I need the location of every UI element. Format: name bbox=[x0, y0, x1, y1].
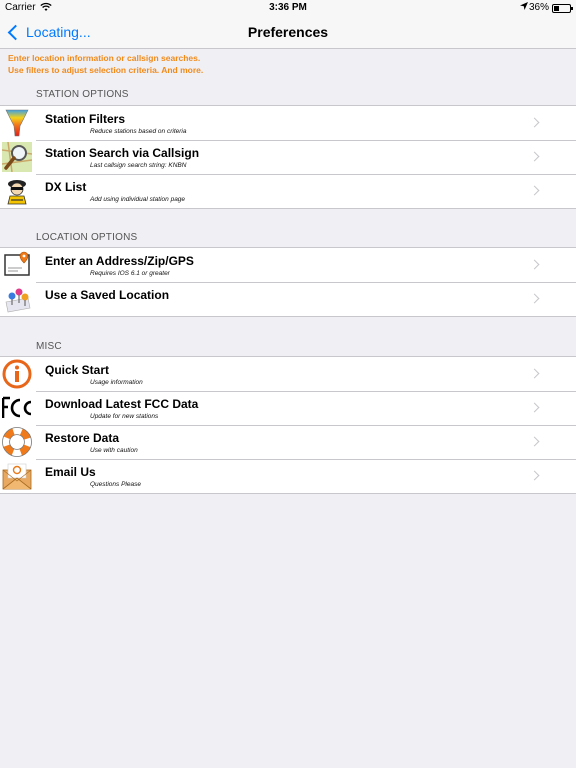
row-subtitle: Update for new stations bbox=[90, 413, 159, 420]
row-email-us[interactable]: Email Us Questions Please bbox=[0, 459, 576, 493]
row-subtitle: Requires IOS 6.1 or greater bbox=[90, 270, 170, 277]
row-subtitle: Reduce stations based on criteria bbox=[90, 128, 187, 135]
battery-percent: 36% bbox=[528, 2, 549, 13]
row-subtitle: Usage information bbox=[90, 379, 143, 386]
row-title: Restore Data bbox=[45, 431, 120, 445]
row-title: Enter an Address/Zip/GPS bbox=[45, 254, 194, 268]
fcc-logo-icon bbox=[1, 393, 32, 423]
station-options-group: Station Filters Reduce stations based on… bbox=[0, 105, 576, 209]
status-bar: Carrier 3:36 PM 36% bbox=[0, 0, 576, 16]
row-subtitle: Last callsign search string: KNBN bbox=[90, 162, 187, 169]
life-ring-icon bbox=[2, 427, 32, 457]
chevron-right-icon bbox=[529, 402, 540, 413]
saved-pins-icon bbox=[2, 284, 32, 314]
row-title: Station Filters bbox=[45, 112, 126, 126]
chevron-right-icon bbox=[529, 151, 540, 162]
intro-line-1: Enter location information or callsign s… bbox=[8, 53, 201, 63]
chevron-right-icon bbox=[529, 259, 540, 270]
row-subtitle: Questions Please bbox=[90, 481, 141, 488]
chevron-right-icon bbox=[529, 185, 540, 196]
row-dx-list[interactable]: DX List Add using individual station pag… bbox=[0, 174, 576, 208]
status-time: 3:36 PM bbox=[269, 2, 307, 13]
battery-icon bbox=[552, 4, 573, 13]
row-saved-location[interactable]: Use a Saved Location bbox=[0, 282, 576, 316]
magnifier-map-icon bbox=[1, 141, 33, 173]
chevron-right-icon bbox=[529, 436, 540, 447]
map-pin-card-icon bbox=[2, 250, 32, 280]
intro-line-2: Use filters to adjust selection criteria… bbox=[8, 65, 204, 75]
row-title: Station Search via Callsign bbox=[45, 146, 200, 160]
email-envelope-icon bbox=[2, 461, 32, 491]
row-restore-data[interactable]: Restore Data Use with caution bbox=[0, 425, 576, 459]
section-header-location-options: LOCATION OPTIONS bbox=[36, 232, 138, 243]
navigation-bar: Locating... Preferences bbox=[0, 16, 576, 49]
section-header-misc: MISC bbox=[36, 341, 62, 352]
chevron-right-icon bbox=[529, 293, 540, 304]
dx-character-icon bbox=[2, 176, 32, 206]
row-enter-address[interactable]: Enter an Address/Zip/GPS Requires IOS 6.… bbox=[0, 248, 576, 282]
row-download-fcc[interactable]: Download Latest FCC Data Update for new … bbox=[0, 391, 576, 425]
info-icon bbox=[2, 359, 32, 389]
funnel-icon bbox=[2, 108, 32, 138]
row-title: Download Latest FCC Data bbox=[45, 397, 199, 411]
location-options-group: Enter an Address/Zip/GPS Requires IOS 6.… bbox=[0, 247, 576, 317]
chevron-right-icon bbox=[529, 117, 540, 128]
section-header-station-options: STATION OPTIONS bbox=[36, 89, 129, 100]
location-arrow-icon bbox=[520, 2, 528, 12]
row-station-search[interactable]: Station Search via Callsign Last callsig… bbox=[0, 140, 576, 174]
row-quick-start[interactable]: Quick Start Usage information bbox=[0, 357, 576, 391]
page-title: Preferences bbox=[247, 24, 329, 40]
row-subtitle: Add using individual station page bbox=[90, 196, 186, 203]
row-station-filters[interactable]: Station Filters Reduce stations based on… bbox=[0, 106, 576, 140]
intro-text: Enter location information or callsign s… bbox=[8, 52, 568, 76]
row-title: DX List bbox=[45, 180, 87, 194]
chevron-right-icon bbox=[529, 470, 540, 481]
misc-group: Quick Start Usage information Download L… bbox=[0, 356, 576, 494]
row-title: Quick Start bbox=[45, 363, 110, 377]
row-title: Email Us bbox=[45, 465, 96, 479]
row-subtitle: Use with caution bbox=[90, 447, 138, 454]
chevron-right-icon bbox=[529, 368, 540, 379]
row-title: Use a Saved Location bbox=[45, 288, 170, 302]
